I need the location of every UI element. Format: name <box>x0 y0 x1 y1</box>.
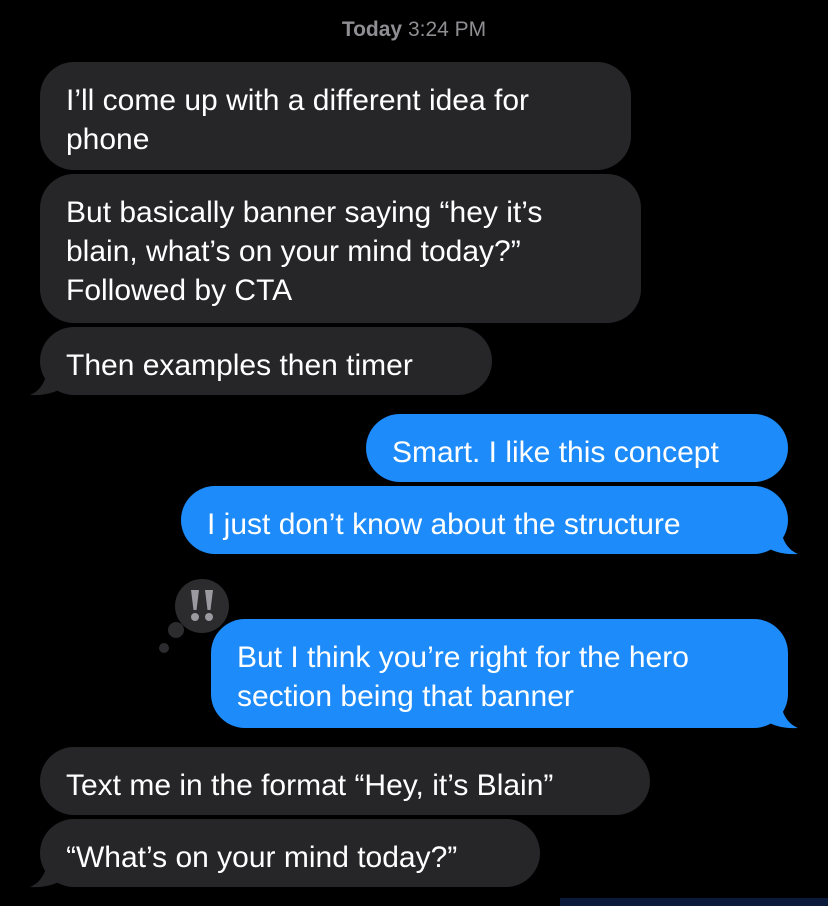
message-bubble-incoming[interactable]: But basically banner saying “hey it’s bl… <box>40 174 641 323</box>
message-bubble-outgoing[interactable]: I just don’t know about the structure <box>181 486 788 554</box>
message-line: “What’s on your mind today?” <box>66 841 458 874</box>
message-line: Smart. I like this concept <box>392 436 719 469</box>
message-line: Text me in the format “Hey, it’s Blain” <box>66 769 554 802</box>
bottom-edge-strip <box>560 898 828 906</box>
message-line: phone <box>66 123 150 156</box>
timestamp-time: 3:24 PM <box>407 18 487 41</box>
conversation-timestamp: Today 3:24 PM <box>0 17 828 43</box>
message-line: section being that banner <box>237 680 574 713</box>
message-line: Then examples then timer <box>66 349 413 382</box>
outgoing-bubble-tail <box>760 693 798 729</box>
message-line: Followed by CTA <box>66 274 293 307</box>
message-line: I’ll come up with a different idea for <box>66 84 530 117</box>
outgoing-bubble-tail <box>760 519 798 555</box>
incoming-bubble-tail <box>30 852 68 888</box>
message-bubble-incoming[interactable]: I’ll come up with a different idea for p… <box>40 62 631 170</box>
message-line: I just don’t know about the structure <box>207 508 681 541</box>
incoming-bubble-tail <box>30 360 68 396</box>
message-bubble-incoming[interactable]: Then examples then timer <box>40 327 492 395</box>
message-bubble-outgoing[interactable]: But I think you’re right for the hero se… <box>211 619 788 728</box>
message-bubble-outgoing[interactable]: Smart. I like this concept <box>366 414 788 482</box>
message-bubble-incoming[interactable]: “What’s on your mind today?” <box>40 819 540 887</box>
message-line: But I think you’re right for the hero <box>237 641 689 674</box>
message-line: But basically banner saying “hey it’s <box>66 196 543 229</box>
timestamp-day: Today <box>341 18 403 41</box>
message-line: blain, what’s on your mind today?” <box>66 235 521 268</box>
message-bubble-incoming[interactable]: Text me in the format “Hey, it’s Blain” <box>40 747 650 815</box>
